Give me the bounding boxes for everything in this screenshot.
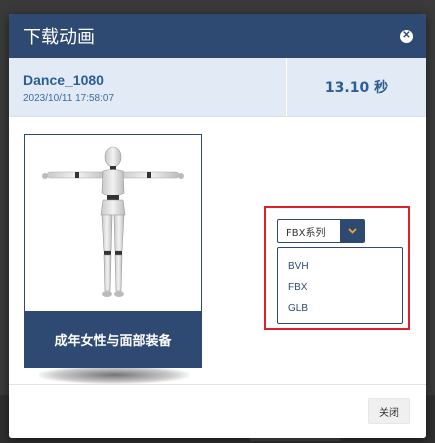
animation-duration: 13.10 秒: [324, 80, 389, 96]
close-button[interactable]: 关闭: [368, 398, 410, 424]
animation-info: Dance_1080 2023/10/11 17:58:07: [9, 58, 287, 116]
model-label: 成年女性与面部装备: [25, 311, 201, 367]
format-select[interactable]: FBX系列: [277, 219, 365, 243]
format-option-bvh[interactable]: BVH: [278, 256, 402, 277]
download-animation-modal: 下载动画 ✕ Dance_1080 2023/10/11 17:58:07 13…: [9, 14, 426, 438]
format-option-fbx[interactable]: FBX: [278, 277, 402, 298]
format-option-glb[interactable]: GLB: [278, 298, 402, 319]
chevron-down-icon[interactable]: [340, 220, 364, 242]
animation-info-bar: Dance_1080 2023/10/11 17:58:07 13.10 秒: [9, 58, 426, 117]
format-dropdown-menu: BVH FBX GLB: [277, 247, 403, 324]
model-card-shadow: [39, 366, 189, 384]
animation-name: Dance_1080: [23, 72, 104, 88]
modal-footer: 关闭: [9, 384, 426, 438]
close-icon[interactable]: ✕: [400, 29, 413, 43]
animation-datetime: 2023/10/11 17:58:07: [23, 93, 115, 104]
modal-title: 下载动画: [23, 27, 95, 48]
model-card[interactable]: 成年女性与面部装备: [24, 134, 202, 368]
modal-header: 下载动画 ✕: [9, 14, 426, 58]
format-select-value: FBX系列: [286, 227, 326, 239]
humanoid-robot-figure: [42, 146, 184, 297]
animation-duration-cell: 13.10 秒: [287, 58, 426, 116]
